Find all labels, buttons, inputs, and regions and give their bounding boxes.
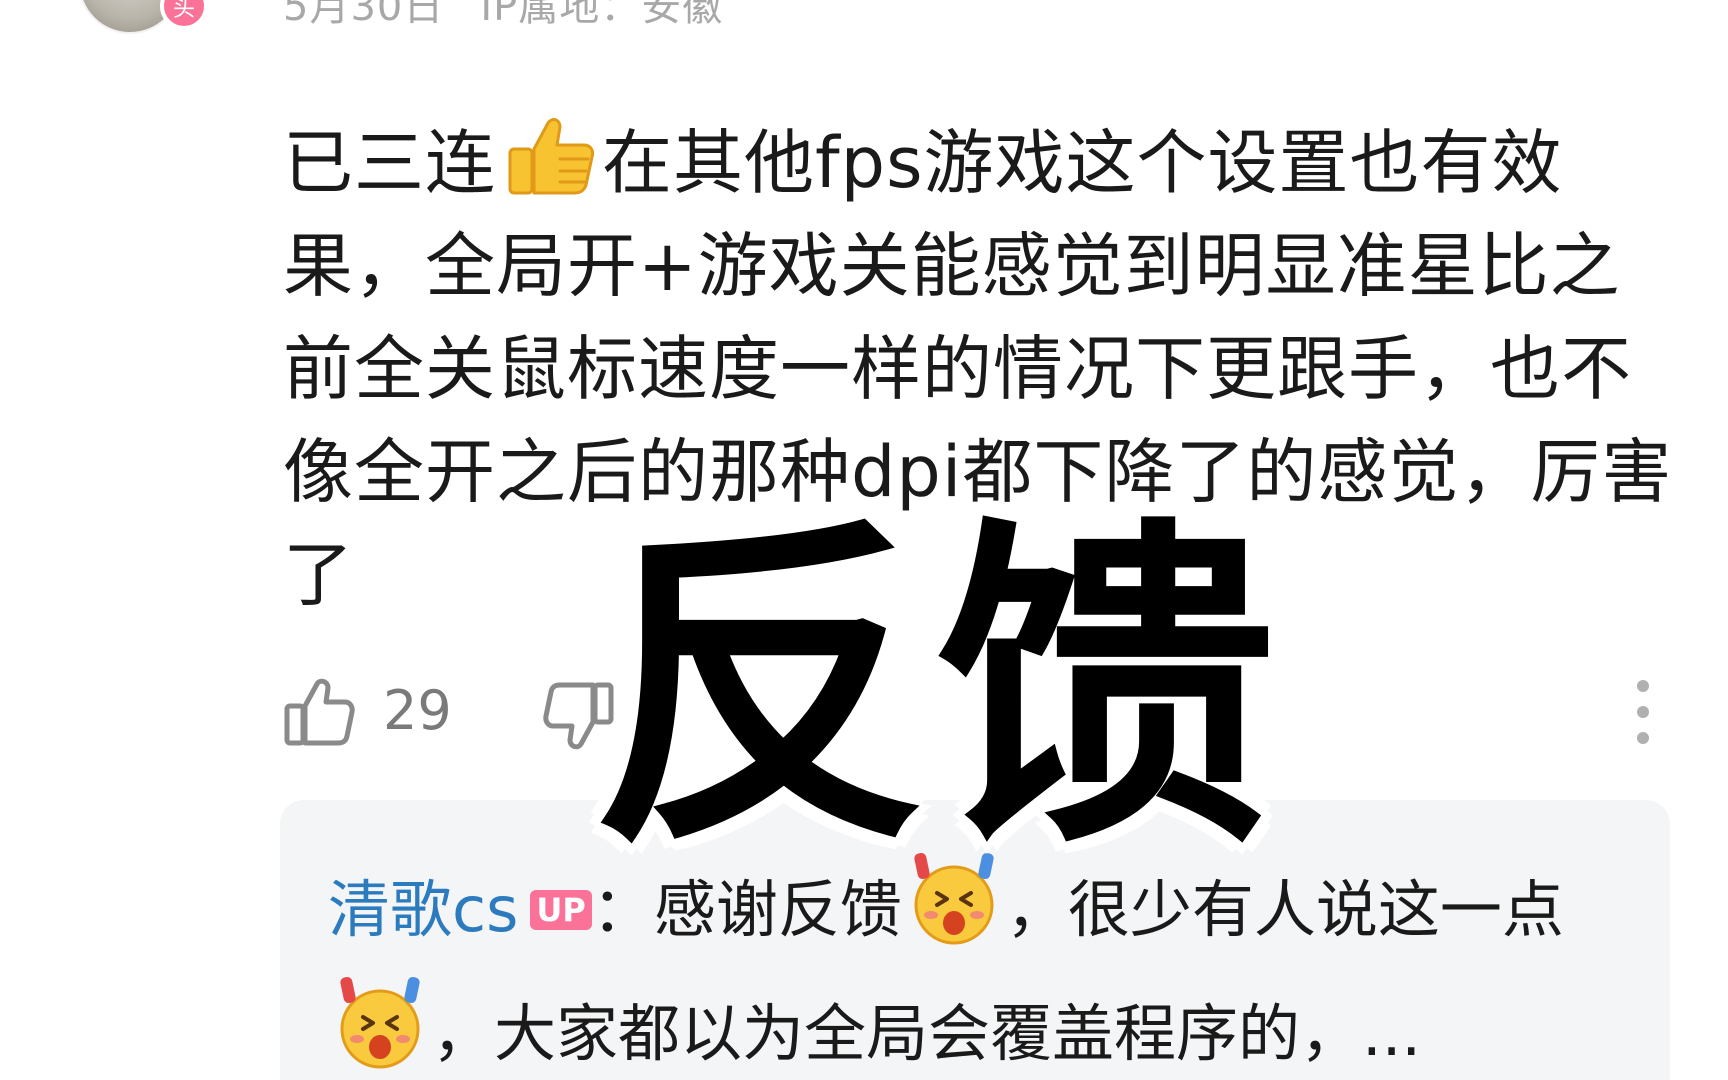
comment-screen: 头 5月30日 IP属地：安徽 已三连 在其他fps游戏这个设置也有效果，全局开+… [0,0,1728,1080]
up-badge: UP [530,890,592,930]
like-count: 29 [383,679,452,742]
excited-face-emoji-icon [340,976,420,1069]
reply-text-part3: ，大家都以为全局会覆盖程序的，... [432,997,1422,1070]
overlay-caption: 反馈 [590,492,1282,888]
comment-text-start: 已三连 [283,122,496,204]
thumbs-up-icon[interactable] [283,676,355,748]
thumbs-up-emoji-icon [508,118,594,195]
reply-author[interactable]: 清歌cs [328,873,518,946]
comment-meta: 5月30日 IP属地：安徽 [283,0,723,32]
avatar-badge: 头 [160,0,208,30]
comment-date: 5月30日 [283,0,445,30]
more-options-icon[interactable] [1628,672,1658,752]
ip-location: IP属地：安徽 [480,0,724,30]
